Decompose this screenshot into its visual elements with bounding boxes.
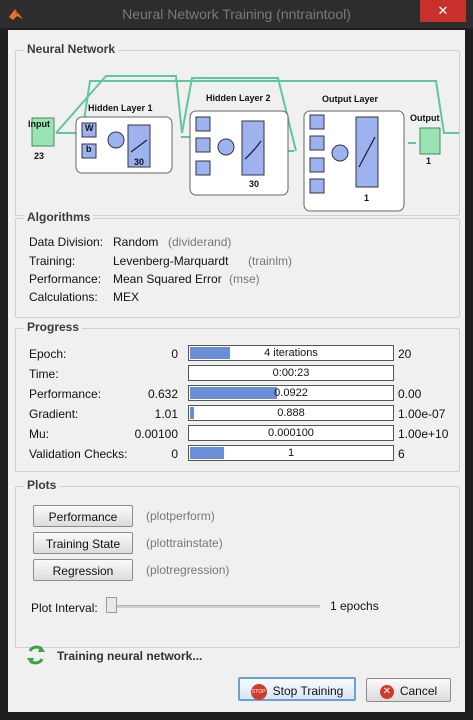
input-label: Input: [28, 119, 50, 129]
output-label: Output: [410, 113, 440, 123]
algorithm-value: Mean Squared Error: [113, 272, 222, 286]
stop-training-label: Stop Training: [272, 684, 344, 698]
plot-performance-button[interactable]: Performance: [33, 505, 133, 527]
progress-start: 0: [171, 347, 178, 361]
plot-interval-slider-track[interactable]: [106, 605, 320, 608]
progress-label: Mu:: [29, 427, 50, 441]
algorithm-label: Calculations:: [29, 290, 98, 304]
output-size: 1: [426, 156, 432, 166]
progress-current: 0.000100: [268, 427, 314, 439]
progress-group: Progress Epoch: 0 4 iterations 20 Time: …: [15, 320, 460, 472]
mu-progress-bar: 0.000100: [188, 425, 394, 441]
plot-training-state-button[interactable]: Training State: [33, 532, 133, 554]
title-bar[interactable]: Neural Network Training (nntraintool) ✕: [0, 0, 473, 28]
validation-checks-progress-bar: 1: [188, 445, 394, 461]
algorithm-label: Performance:: [29, 272, 102, 286]
dialog-body: Neural Network Input 23 Hidden Layer 1 3…: [8, 30, 465, 712]
hidden-layer-2-size: 30: [249, 179, 260, 189]
progress-current: 0:00:23: [272, 367, 310, 379]
stop-icon: STOP: [250, 683, 267, 700]
progress-section-title: Progress: [24, 320, 83, 334]
plot-interval-value: 1 epochs: [330, 599, 379, 613]
training-window: Neural Network Training (nntraintool) ✕ …: [0, 0, 473, 720]
algorithm-function: (dividerand): [168, 235, 232, 249]
hidden-layer-1-size: 30: [134, 157, 145, 167]
progress-end: 1.00e+10: [398, 427, 449, 441]
progress-start: 0.00100: [134, 427, 178, 441]
network-group: Neural Network Input 23 Hidden Layer 1 3…: [15, 42, 460, 216]
output-layer-size: 1: [364, 193, 370, 203]
plot-interval-label: Plot Interval:: [31, 601, 98, 615]
progress-label: Epoch:: [29, 347, 67, 361]
input-size: 23: [34, 151, 45, 161]
network-diagram: [31, 75, 459, 212]
epoch-progress-bar: 4 iterations: [188, 345, 394, 361]
algorithm-value: Random: [113, 235, 159, 249]
progress-start: 0.632: [147, 387, 178, 401]
algorithms-group: Algorithms Data Division: Random (divide…: [15, 210, 460, 318]
plot-function: (plotregression): [146, 563, 230, 577]
progress-end: 0.00: [398, 387, 422, 401]
bias-label: b: [86, 144, 92, 154]
hidden-layer-2-label: Hidden Layer 2: [206, 93, 271, 103]
progress-current: 0.888: [277, 407, 305, 419]
plots-group: Plots Performance (plotperform) Training…: [15, 478, 460, 648]
plot-function: (plotperform): [146, 509, 215, 523]
time-progress-bar: 0:00:23: [188, 365, 394, 381]
progress-start: 0: [171, 447, 178, 461]
status-message: Training neural network...: [57, 649, 203, 663]
cancel-icon: ✕: [379, 684, 394, 699]
plot-function: (plottrainstate): [146, 536, 223, 550]
algorithm-function: (trainlm): [248, 254, 292, 268]
progress-current: 1: [287, 447, 295, 459]
algorithm-value: Levenberg-Marquardt: [113, 254, 229, 268]
algorithms-section-title: Algorithms: [24, 210, 94, 224]
cancel-button[interactable]: ✕ Cancel: [366, 678, 451, 702]
algorithm-label: Data Division:: [29, 235, 104, 249]
plots-section-title: Plots: [24, 478, 60, 492]
cancel-label: Cancel: [399, 684, 438, 698]
progress-end: 6: [398, 447, 405, 461]
algorithm-value: MEX: [113, 290, 140, 304]
progress-end: 1.00e-07: [398, 407, 446, 421]
progress-label: Performance:: [29, 387, 102, 401]
progress-label: Validation Checks:: [29, 447, 128, 461]
performance-progress-bar: 0.0922: [188, 385, 394, 401]
progress-current: 4 iterations: [264, 347, 318, 359]
progress-current: 0.0922: [274, 387, 308, 399]
progress-start: 1.01: [154, 407, 178, 421]
weight-label: W: [85, 123, 94, 133]
output-layer-label: Output Layer: [322, 94, 379, 104]
plot-interval-slider-thumb[interactable]: [106, 597, 117, 613]
plot-regression-button[interactable]: Regression: [33, 559, 133, 581]
progress-label: Gradient:: [29, 407, 79, 421]
stop-training-button[interactable]: STOP Stop Training: [238, 677, 356, 701]
window-title: Neural Network Training (nntraintool): [122, 6, 351, 22]
progress-end: 20: [398, 347, 412, 361]
gradient-progress-bar: 0.888: [188, 405, 394, 421]
close-button[interactable]: ✕: [420, 0, 466, 22]
progress-label: Time:: [29, 367, 59, 381]
refresh-icon: [27, 645, 45, 665]
algorithm-label: Training:: [29, 254, 76, 268]
algorithm-function: (mse): [229, 272, 260, 286]
hidden-layer-1-label: Hidden Layer 1: [88, 103, 153, 113]
